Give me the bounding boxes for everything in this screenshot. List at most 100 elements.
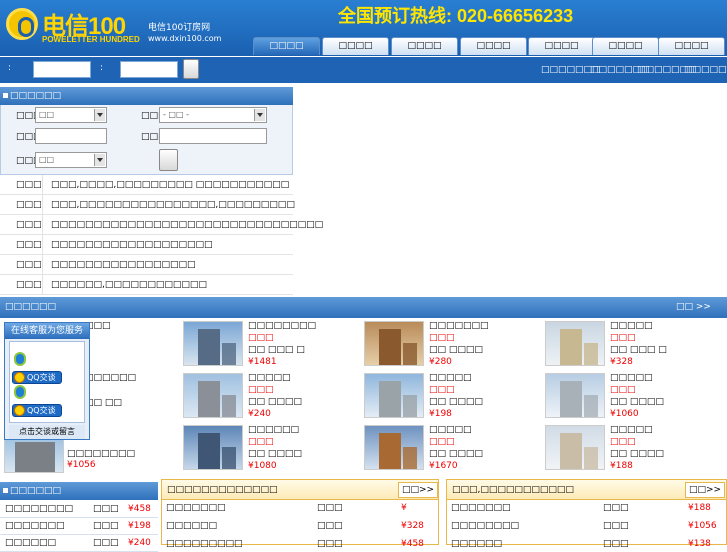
middle-panel-more-link[interactable]: □□>> xyxy=(398,482,438,498)
hotel-star: □□□ xyxy=(610,385,636,395)
hotel-price: ¥458 xyxy=(401,539,424,549)
hotel-name[interactable]: □□□□□□□□ xyxy=(5,504,73,514)
hotel-photo[interactable] xyxy=(364,321,424,366)
hotel-name[interactable]: □□□□□ xyxy=(248,373,291,383)
login-button[interactable] xyxy=(183,59,199,79)
hotel-photo[interactable] xyxy=(183,321,243,366)
hotel-area: □□ □□□ □ xyxy=(610,345,667,355)
hotel-name[interactable]: □□□□□□□ xyxy=(429,321,489,331)
qq-penguin-icon xyxy=(14,352,26,366)
hotel-name[interactable]: □□□□□□ xyxy=(166,521,217,531)
hotel-name[interactable]: □□□□□□□ xyxy=(451,503,511,513)
photo-building xyxy=(198,381,220,417)
hotel-price: ¥328 xyxy=(610,357,633,367)
city-select[interactable]: □□ xyxy=(35,107,107,123)
info-link[interactable]: □□□□□□□□□□□□□□□□□ xyxy=(51,260,196,270)
password-label: : xyxy=(100,63,104,73)
nav-tab-home[interactable]: □□□□ xyxy=(253,37,320,55)
hot-hotels-more-link[interactable]: □□ >> xyxy=(676,302,711,312)
list-item[interactable]: □□□□□□ □□□ ¥240 xyxy=(0,535,158,552)
leave-message-link[interactable]: 点击交谈或留言 xyxy=(9,425,85,439)
right-panel-header: □□□,□□□□□□□□□□□ □□>> xyxy=(447,480,726,500)
info-link[interactable]: □□□,□□□□□□□□□□□□□□□□,□□□□□□□□□ xyxy=(51,200,295,210)
nav-tab-4[interactable]: □□□□ xyxy=(460,37,527,55)
hotel-photo[interactable] xyxy=(364,425,424,470)
hotel-photo[interactable] xyxy=(364,373,424,418)
nav-tab-6[interactable]: □□□□ xyxy=(592,37,659,55)
hotel-photo[interactable] xyxy=(545,373,605,418)
nav-tab-3[interactable]: □□□□ xyxy=(391,37,458,55)
hotline-banner: 全国预订热线: 020-66656233 xyxy=(338,6,574,26)
star-select[interactable]: □□ xyxy=(35,152,107,168)
middle-panel-header: □□□□□□□□□□□□□ □□>> xyxy=(162,480,438,500)
info-link[interactable]: □□□,□□□□,□□□□□□□□□ □□□□□□□□□□□ xyxy=(51,180,289,190)
logo-icon[interactable] xyxy=(6,8,38,40)
hotel-star: □□□ xyxy=(93,504,119,514)
top-link-4[interactable]: □□□□□□□ xyxy=(684,65,727,75)
hotel-star: □□□ xyxy=(603,503,629,513)
city-select-value: □□ xyxy=(39,110,55,119)
divider xyxy=(42,175,43,194)
right-panel-more-link[interactable]: □□>> xyxy=(685,482,725,498)
info-link[interactable]: □□□□□□□□□□□□□□□□□□□□□□□□□□□□□□□□ xyxy=(51,220,323,230)
qq-chat-button[interactable]: QQ交谈 xyxy=(12,404,62,417)
qq-chat-button[interactable]: QQ交谈 xyxy=(12,371,62,384)
hotel-name[interactable]: □□□□□□ xyxy=(248,425,299,435)
info-category: □□□ xyxy=(16,240,42,250)
hotel-name[interactable]: □□□□□ xyxy=(610,425,653,435)
password-input[interactable] xyxy=(120,61,178,78)
list-item[interactable]: □□□□□□□ □□□ ¥198 xyxy=(0,518,158,535)
hotel-area: □□ □□□□ xyxy=(610,397,664,407)
search-button[interactable] xyxy=(159,149,178,171)
photo-building xyxy=(222,343,236,365)
hotel-name[interactable]: □□□□□□□□ xyxy=(451,521,519,531)
hotel-star: □□□ xyxy=(610,333,636,343)
nav-tab-5[interactable]: □□□□ xyxy=(528,37,595,55)
hotel-name[interactable]: □□□□□□□□□ xyxy=(166,539,243,549)
nav-tab-7[interactable]: □□□□ xyxy=(658,37,725,55)
info-category: □□□ xyxy=(16,280,42,290)
hotel-area: □□ □□□□ xyxy=(248,449,302,459)
info-row: □□□ □□□□□□,□□□□□□□□□□□□ xyxy=(0,275,293,295)
list-item[interactable]: □□□□□□□□ □□□ ¥458 xyxy=(0,501,158,518)
photo-building xyxy=(584,343,598,365)
hotel-name[interactable]: □□□□□□□□ xyxy=(67,449,135,459)
checkin-input[interactable] xyxy=(35,128,107,144)
hotel-name[interactable]: □□□□□□ xyxy=(5,538,56,548)
qq-icon xyxy=(14,405,25,416)
district-select[interactable]: - □□ - xyxy=(159,107,267,123)
checkout-input[interactable] xyxy=(159,128,267,144)
photo-building xyxy=(198,433,220,469)
info-link[interactable]: □□□□□□,□□□□□□□□□□□□ xyxy=(51,280,207,290)
hotel-name[interactable]: □□□□□□□ xyxy=(5,521,65,531)
hotel-photo[interactable] xyxy=(183,425,243,470)
hotel-name[interactable]: □□□□□ xyxy=(429,373,472,383)
qq-icon xyxy=(14,372,25,383)
hotel-name[interactable]: □□□□□ xyxy=(429,425,472,435)
hotel-name[interactable]: □□□□□□ xyxy=(451,539,502,549)
hotel-photo[interactable] xyxy=(183,373,243,418)
chevron-down-icon xyxy=(94,109,105,121)
hotel-area: □□ □□□□ xyxy=(429,449,483,459)
hotel-price: ¥1670 xyxy=(429,461,458,471)
hotel-price: ¥1056 xyxy=(688,521,717,531)
hotel-name[interactable]: □□□□□□□□ xyxy=(248,321,316,331)
hotel-name[interactable]: □□□□□ xyxy=(610,321,653,331)
divider xyxy=(42,215,43,234)
info-category: □□□ xyxy=(16,260,42,270)
username-input[interactable] xyxy=(33,61,91,78)
hotel-price: ¥188 xyxy=(610,461,633,471)
nav-tab-2[interactable]: □□□□ xyxy=(322,37,389,55)
hotel-photo[interactable] xyxy=(545,321,605,366)
hotel-name[interactable]: □□□□□□ xyxy=(85,373,136,383)
username-label: : xyxy=(8,63,12,73)
hotel-photo[interactable] xyxy=(545,425,605,470)
hotel-name[interactable]: □□□□□□□ xyxy=(166,503,226,513)
hotel-price: ¥ xyxy=(401,503,407,513)
hotel-name[interactable]: □□□□□ xyxy=(610,373,653,383)
info-link[interactable]: □□□□□□□□□□□□□□□□□□□ xyxy=(51,240,213,250)
hotel-star: □□□ xyxy=(317,521,343,531)
divider xyxy=(42,275,43,294)
hotel-price: ¥458 xyxy=(128,504,151,514)
photo-building xyxy=(222,447,236,469)
